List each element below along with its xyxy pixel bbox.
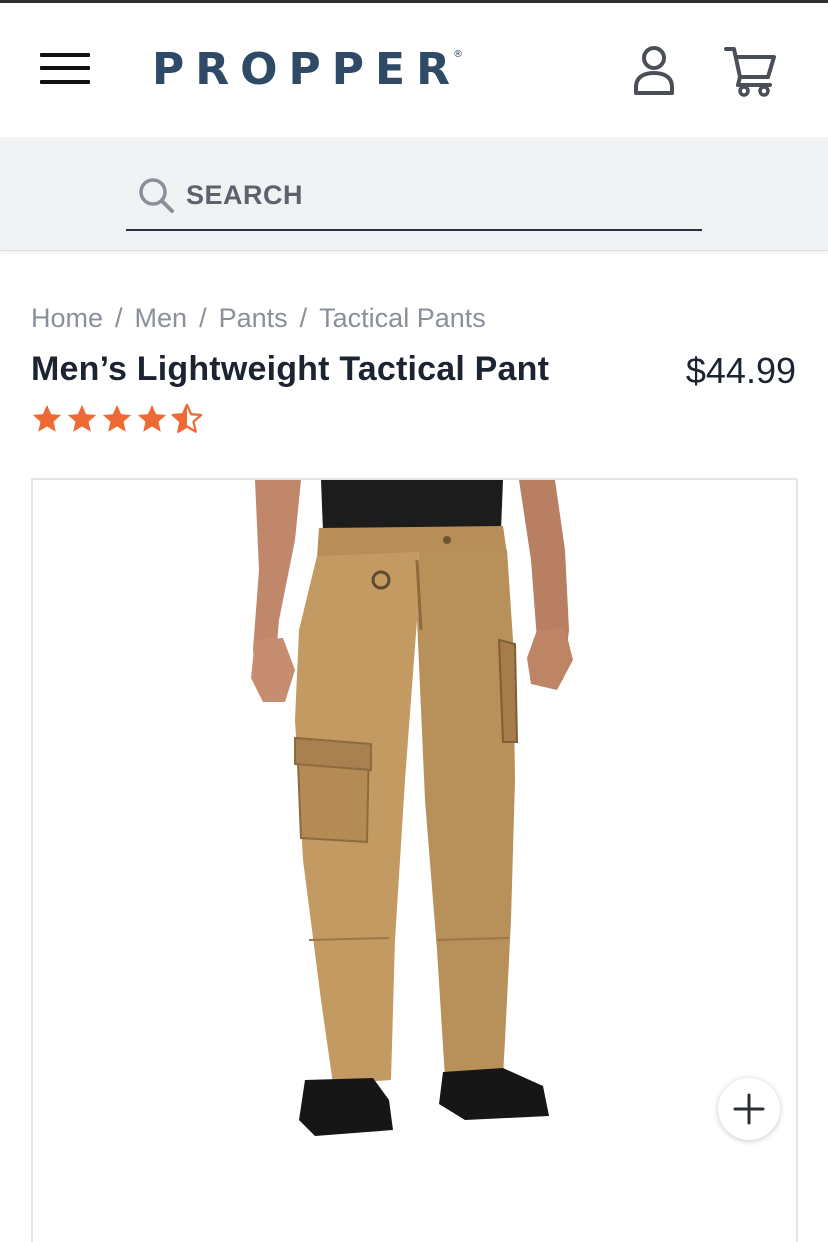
menu-icon-bar [40, 66, 90, 70]
product-image [251, 480, 573, 1136]
menu-icon-bar [40, 80, 90, 84]
breadcrumb-home[interactable]: Home [31, 303, 103, 334]
breadcrumb: Home / Men / Pants / Tactical Pants [31, 303, 486, 334]
search-icon [139, 178, 174, 213]
plus-icon [733, 1093, 765, 1125]
search-input[interactable] [186, 175, 666, 215]
breadcrumb-men[interactable]: Men [135, 303, 188, 334]
site-header: PROPPER ® [0, 3, 828, 137]
breadcrumb-tactical-pants[interactable]: Tactical Pants [319, 303, 486, 334]
product-price: $44.99 [685, 350, 796, 391]
star-icon [32, 404, 62, 432]
user-icon [634, 46, 674, 95]
product-image-frame[interactable] [31, 478, 798, 1242]
brand-name: PROPPER [152, 44, 461, 95]
star-rating[interactable] [30, 402, 204, 436]
search-bar [0, 137, 828, 251]
product-title: Men’s Lightweight Tactical Pant [31, 350, 550, 388]
star-icon [137, 404, 167, 432]
menu-icon-bar [40, 53, 90, 57]
account-button[interactable] [630, 43, 678, 99]
breadcrumb-separator: / [199, 303, 207, 333]
star-icon [67, 404, 97, 432]
half-star-icon [171, 403, 203, 433]
breadcrumb-pants[interactable]: Pants [219, 303, 288, 334]
search-field[interactable] [126, 161, 702, 231]
star-icon [102, 404, 132, 432]
zoom-button[interactable] [718, 1078, 780, 1140]
cart-button[interactable] [722, 43, 778, 99]
registered-mark: ® [452, 49, 463, 60]
menu-button[interactable] [38, 49, 92, 89]
cart-icon [724, 47, 776, 97]
brand-logo[interactable]: PROPPER ® [152, 45, 463, 95]
breadcrumb-separator: / [115, 303, 123, 333]
breadcrumb-separator: / [299, 303, 308, 333]
